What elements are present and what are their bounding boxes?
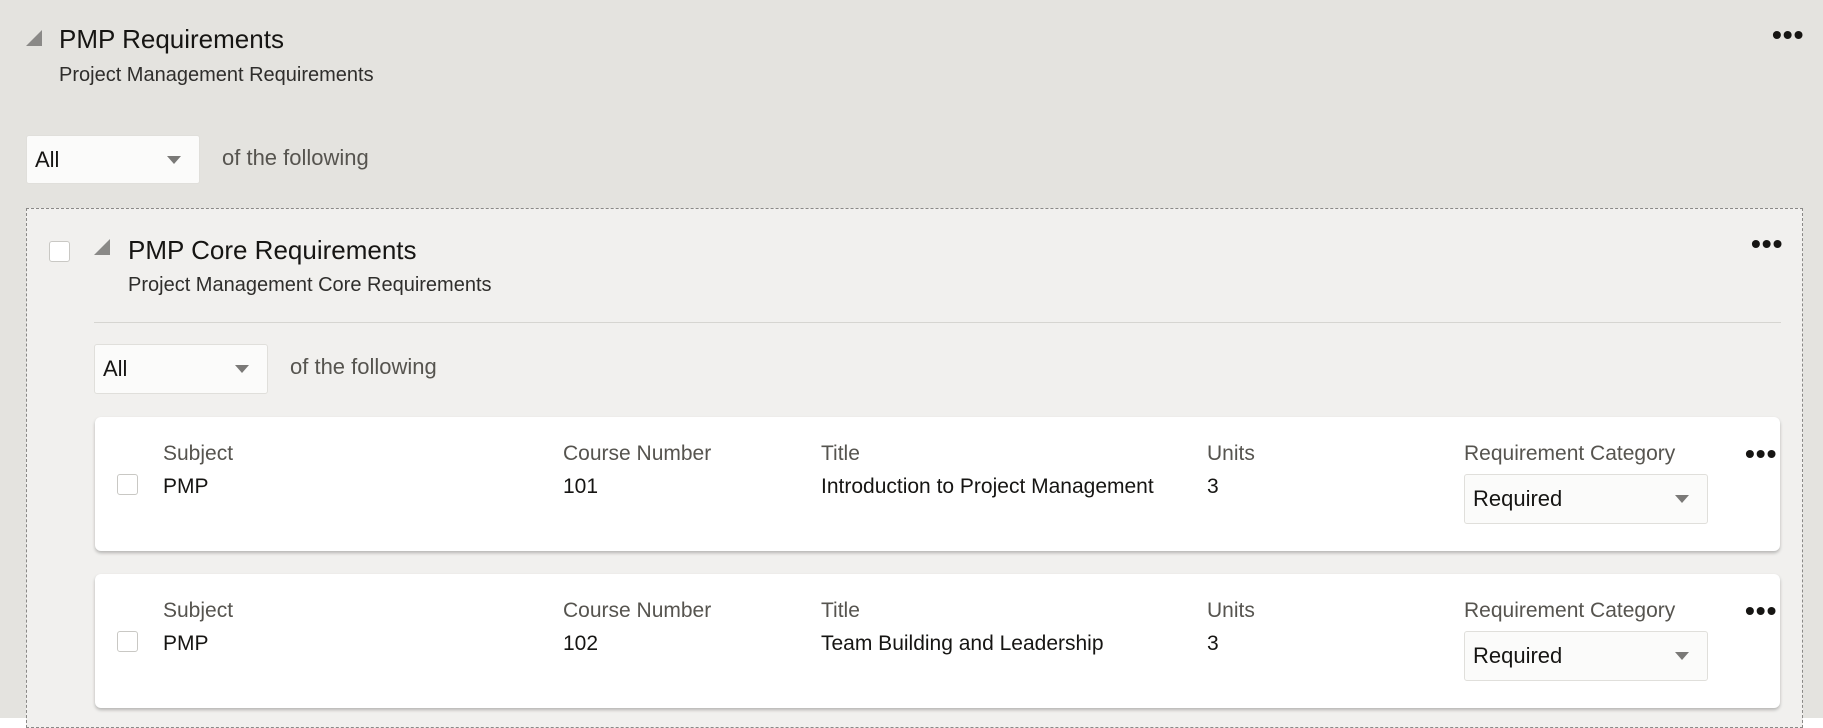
requirement-section: PMP Requirements Project Management Requ… — [0, 0, 1823, 728]
section-subtitle: Project Management Requirements — [59, 64, 374, 86]
category-value: Required — [1473, 643, 1563, 668]
course-checkbox[interactable] — [117, 474, 138, 495]
course-number-value: 101 — [563, 475, 599, 498]
title-label: Title — [821, 599, 860, 622]
chevron-down-icon — [1675, 652, 1689, 660]
section-condition-select[interactable]: All — [26, 135, 200, 184]
units-value: 3 — [1207, 475, 1219, 498]
chevron-down-icon — [1675, 495, 1689, 503]
group-condition-suffix: of the following — [290, 354, 437, 379]
course-checkbox[interactable] — [117, 631, 138, 652]
units-value: 3 — [1207, 632, 1219, 655]
title-value: Introduction to Project Management — [821, 475, 1154, 498]
section-more-button[interactable]: ••• — [1772, 21, 1804, 49]
category-label: Requirement Category — [1464, 442, 1676, 465]
group-title: PMP Core Requirements — [128, 235, 417, 265]
course-number-label: Course Number — [563, 599, 712, 622]
course-number-label: Course Number — [563, 442, 712, 465]
category-label: Requirement Category — [1464, 599, 1676, 622]
divider — [94, 322, 1781, 323]
category-select[interactable]: Required — [1464, 474, 1708, 524]
course-more-button[interactable]: ••• — [1745, 440, 1777, 468]
section-condition-value: All — [35, 146, 60, 172]
chevron-down-icon — [235, 365, 249, 373]
subject-label: Subject — [163, 599, 234, 622]
group-condition-value: All — [103, 356, 128, 381]
group-condition-select[interactable]: All — [94, 344, 268, 394]
units-label: Units — [1207, 599, 1255, 622]
chevron-down-icon — [167, 155, 181, 164]
section-condition-suffix: of the following — [222, 145, 369, 170]
group-checkbox[interactable] — [49, 241, 70, 262]
requirement-group: PMP Core Requirements Project Management… — [26, 208, 1803, 728]
title-label: Title — [821, 442, 860, 465]
units-label: Units — [1207, 442, 1255, 465]
category-select[interactable]: Required — [1464, 631, 1708, 681]
section-title: PMP Requirements — [59, 24, 284, 54]
group-subtitle: Project Management Core Requirements — [128, 274, 492, 296]
category-value: Required — [1473, 486, 1563, 511]
collapse-triangle-icon[interactable] — [26, 30, 42, 46]
collapse-triangle-icon[interactable] — [94, 239, 110, 255]
course-card: Subject PMP Course Number 101 Title Intr… — [95, 417, 1780, 551]
subject-label: Subject — [163, 442, 234, 465]
subject-value: PMP — [163, 475, 209, 498]
course-more-button[interactable]: ••• — [1745, 597, 1777, 625]
subject-value: PMP — [163, 632, 209, 655]
title-value: Team Building and Leadership — [821, 632, 1104, 655]
group-more-button[interactable]: ••• — [1751, 230, 1783, 258]
course-number-value: 102 — [563, 632, 599, 655]
course-card: Subject PMP Course Number 102 Title Team… — [95, 574, 1780, 708]
